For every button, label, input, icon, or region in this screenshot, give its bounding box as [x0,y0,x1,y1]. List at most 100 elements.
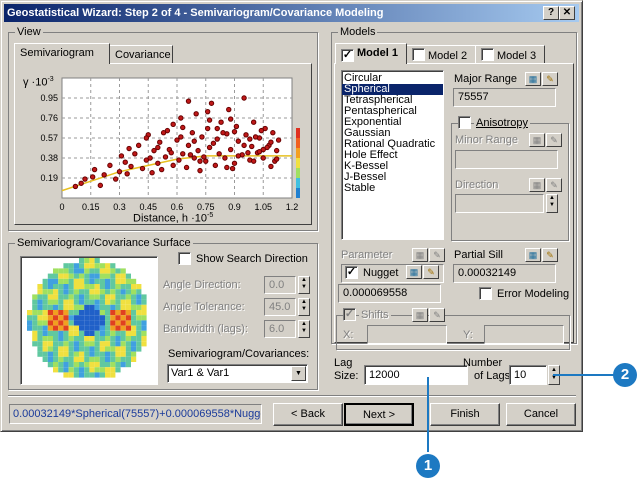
anisotropy-checkbox[interactable] [458,116,471,129]
shifts-checkbox[interactable]: ✓ [343,308,356,321]
pencil-icon[interactable]: ✎ [542,72,558,86]
lag-size-input[interactable]: 12000 [364,365,468,385]
pencil-icon[interactable]: ✎ [429,308,445,322]
surface-cell [79,346,85,352]
error-modeling-checkbox[interactable] [479,287,492,300]
pencil-icon[interactable]: ✎ [429,248,445,262]
surface-cell [63,268,69,274]
surface-cell [42,356,48,362]
pencil-icon[interactable]: ✎ [423,265,439,279]
model-3-checkbox[interactable] [481,48,494,61]
surface-cell [115,351,121,357]
num-lags-input[interactable]: 10 [509,365,547,385]
major-range-input[interactable]: 75557 [453,88,556,107]
angle-tolerance-input[interactable]: 45.0 [264,298,296,316]
surface-cell [58,268,64,274]
surface-cell [32,310,38,316]
data-point [273,147,280,154]
surface-cell [125,315,131,321]
surface-cell [99,315,105,321]
surface-cell [63,362,69,368]
model-2-checkbox[interactable] [412,48,425,61]
surface-cell [53,278,59,284]
y-unit-label: γ ·10-3 [23,73,54,90]
next-button[interactable]: Next > [344,403,414,426]
pencil-icon[interactable]: ✎ [546,178,562,192]
calculator-icon[interactable]: ▦ [525,72,541,86]
tab-model-1[interactable]: ✓ Model 1 [335,43,407,64]
tab-model-3[interactable]: Model 3 [475,45,545,64]
surface-cell [105,336,111,342]
back-button[interactable]: < Back [273,403,343,426]
model-type-list[interactable]: Circular Spherical Tetraspherical Pentasphe… [341,70,444,240]
bandwidth-spinner[interactable]: ▲ ▼ [298,320,310,338]
show-search-checkbox[interactable] [178,252,191,265]
data-point [107,162,113,169]
surface-cell [37,310,43,316]
surface-cell [42,289,48,295]
surface-cell [94,325,100,331]
tab-model-2[interactable]: Model 2 [406,45,476,64]
shift-y-input[interactable] [484,325,564,344]
surface-cell [37,315,43,321]
surface-cell [47,273,53,279]
calculator-icon[interactable]: ▦ [412,248,428,262]
surface-cell [42,341,48,347]
title-bar: Geostatistical Wizard: Step 2 of 4 - Sem… [4,4,579,22]
partial-sill-input[interactable]: 0.00032149 [453,264,556,283]
pencil-icon[interactable]: ✎ [542,248,558,262]
help-button[interactable]: ? [543,6,559,20]
data-point [241,95,247,101]
angle-direction-input[interactable]: 0.0 [264,276,296,294]
surface-cell [53,310,59,316]
data-point [210,140,217,146]
calculator-icon[interactable]: ▦ [406,265,422,279]
view-group-label: View [15,26,43,38]
surface-cell [53,362,59,368]
surface-cell [120,315,126,321]
model-type-item[interactable]: Stable [342,183,443,194]
surface-cell [131,325,137,331]
surface-cell [120,310,126,316]
surface-cell [105,299,111,305]
finish-button[interactable]: Finish [430,403,500,426]
surface-cell [120,273,126,279]
surface-cell [79,273,85,279]
calculator-icon[interactable]: ▦ [529,133,545,147]
model-1-checkbox[interactable]: ✓ [341,49,354,62]
tab-semivariogram[interactable]: Semivariogram [14,43,110,64]
model-1-label: Model 1 [357,47,398,59]
surface-cell [105,294,111,300]
semicov-select[interactable]: Var1 & Var1 ▼ [167,364,308,383]
surface-cell [141,310,147,316]
angle-direction-spinner[interactable]: ▲ ▼ [298,276,310,294]
bandwidth-input[interactable]: 6.0 [264,320,296,338]
tab-covariance[interactable]: Covariance [109,45,173,64]
data-point [214,136,220,142]
surface-cell [84,294,90,300]
angle-tolerance-spinner[interactable]: ▲ ▼ [298,298,310,316]
shift-x-input[interactable] [367,325,447,344]
data-point [147,155,153,161]
nugget-checkbox[interactable]: ✓ [345,266,358,279]
surface-cell [99,325,105,331]
minor-range-input[interactable] [455,150,558,169]
direction-spinner[interactable]: ▲ ▼ [546,194,558,213]
cancel-button[interactable]: Cancel [506,403,576,426]
num-lags-label-line1: Number [463,357,503,369]
semicov-label: Semivariogram/Covariances: [168,348,310,360]
close-button[interactable]: ✕ [559,6,575,20]
calculator-icon[interactable]: ▦ [525,248,541,262]
calculator-icon[interactable]: ▦ [529,178,545,192]
calculator-icon[interactable]: ▦ [412,308,428,322]
surface-cell [73,325,79,331]
surface-cell [110,356,116,362]
surface-cell [110,310,116,316]
direction-input[interactable] [455,194,544,213]
surface-cell [125,289,131,295]
data-point [260,155,266,161]
nugget-input[interactable]: 0.000069558 [338,284,441,303]
chevron-down-icon[interactable]: ▼ [291,366,306,381]
surface-cell [94,304,100,310]
pencil-icon[interactable]: ✎ [546,133,562,147]
